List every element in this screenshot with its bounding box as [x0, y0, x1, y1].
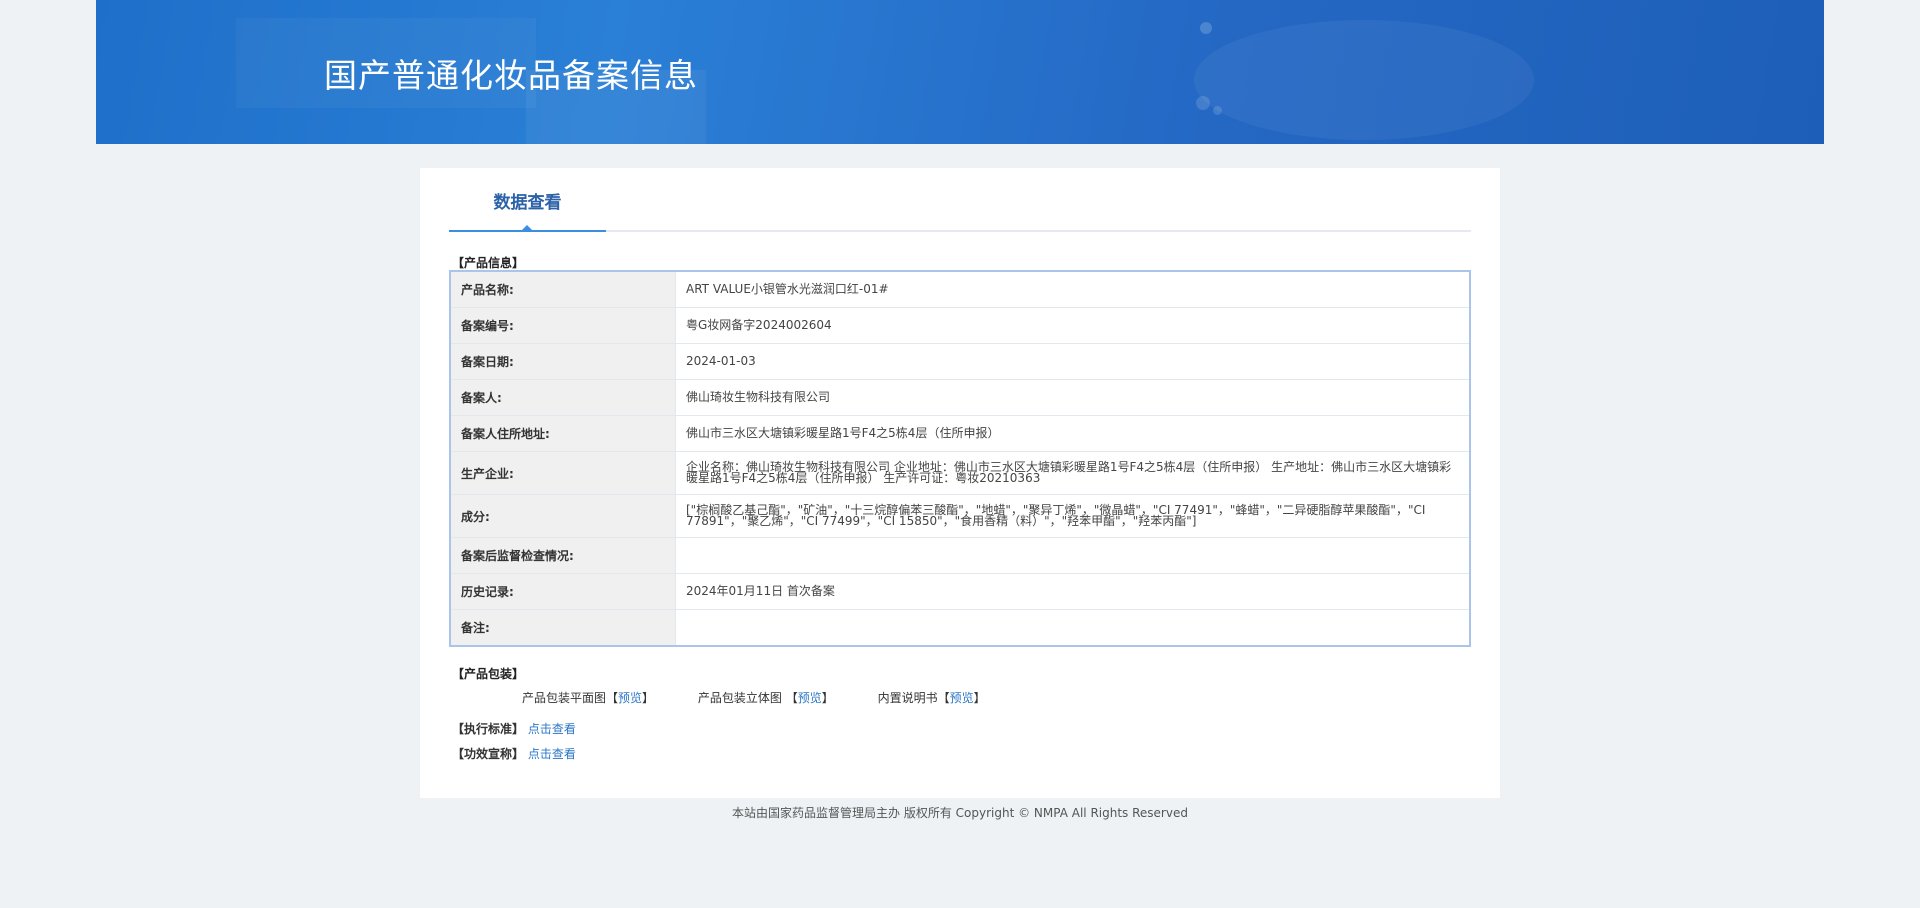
table-row: 备案人: 佛山琦妆生物科技有限公司 [449, 379, 1471, 416]
field-label: 生产企业: [449, 451, 676, 495]
field-value: 企业名称：佛山琦妆生物科技有限公司 企业地址：佛山市三水区大塘镇彩暖星路1号F4… [675, 451, 1471, 495]
packaging-label: 内置说明书 [877, 691, 938, 705]
packaging-list: 产品包装平面图【预览】 产品包装立体图 【预览】 内置说明书【预览】 [522, 689, 1026, 706]
banner-decoration [1213, 106, 1222, 115]
field-value: ["棕榈酸乙基己酯"，"矿油"，"十三烷醇偏苯三酸酯"，"地蜡"，"聚异丁烯"，… [675, 494, 1471, 538]
table-row: 成分: ["棕榈酸乙基己酯"，"矿油"，"十三烷醇偏苯三酸酯"，"地蜡"，"聚异… [449, 494, 1471, 538]
banner-decoration [1194, 20, 1534, 140]
content-card: 数据查看 【产品信息】 产品名称: ART VALUE小银管水光滋润口红-01#… [420, 168, 1500, 798]
banner-decoration [1200, 22, 1212, 34]
efficacy-view-link[interactable]: 点击查看 [528, 747, 576, 761]
field-label: 备注: [449, 609, 676, 647]
efficacy-row: 【功效宣称】 点击查看 [452, 745, 576, 762]
field-value: 2024-01-03 [675, 343, 1471, 380]
caret-up-icon [521, 225, 533, 231]
preview-link[interactable]: 预览 [618, 691, 642, 705]
tab-label: 数据查看 [493, 193, 562, 213]
packaging-label: 产品包装平面图 [522, 691, 607, 705]
product-info-table: 产品名称: ART VALUE小银管水光滋润口红-01# 备案编号: 粤G妆网备… [449, 270, 1471, 647]
banner-decoration [1196, 96, 1210, 110]
efficacy-label: 【功效宣称】 [452, 747, 525, 761]
field-label: 备案人: [449, 379, 676, 416]
field-label: 备案日期: [449, 343, 676, 380]
table-row: 备案编号: 粤G妆网备字2024002604 [449, 307, 1471, 344]
packaging-item-flat: 产品包装平面图【预览】 [522, 691, 655, 705]
field-value: 佛山琦妆生物科技有限公司 [675, 379, 1471, 416]
footer: 本站由国家药品监督管理局主办 版权所有 Copyright © NMPA All… [732, 806, 1188, 820]
packaging-item-3d: 产品包装立体图 【预览】 [697, 691, 834, 705]
field-label: 备案后监督检查情况: [449, 537, 676, 574]
field-label: 备案编号: [449, 307, 676, 344]
field-label: 产品名称: [449, 270, 676, 308]
preview-link[interactable]: 预览 [798, 691, 822, 705]
field-label: 成分: [449, 494, 676, 538]
standard-label: 【执行标准】 [452, 722, 525, 736]
section-title-product-info: 【产品信息】 [452, 256, 525, 270]
standard-row: 【执行标准】 点击查看 [452, 720, 576, 737]
table-row: 历史记录: 2024年01月11日 首次备案 [449, 573, 1471, 610]
table-row: 备案人住所地址: 佛山市三水区大塘镇彩暖星路1号F4之5栋4层（住所申报） [449, 415, 1471, 452]
field-value [675, 609, 1471, 647]
field-label: 备案人住所地址: [449, 415, 676, 452]
table-row: 备案日期: 2024-01-03 [449, 343, 1471, 380]
table-row: 生产企业: 企业名称：佛山琦妆生物科技有限公司 企业地址：佛山市三水区大塘镇彩暖… [449, 451, 1471, 495]
page-title: 国产普通化妆品备案信息 [324, 56, 698, 95]
tab-bar: 数据查看 [449, 168, 1471, 232]
preview-link[interactable]: 预览 [950, 691, 974, 705]
packaging-label: 产品包装立体图 [697, 691, 786, 705]
section-title-packaging: 【产品包装】 [452, 667, 525, 681]
field-value: ART VALUE小银管水光滋润口红-01# [675, 270, 1471, 308]
field-value: 2024年01月11日 首次备案 [675, 573, 1471, 610]
table-row: 产品名称: ART VALUE小银管水光滋润口红-01# [449, 270, 1471, 308]
field-value: 佛山市三水区大塘镇彩暖星路1号F4之5栋4层（住所申报） [675, 415, 1471, 452]
field-value [675, 537, 1471, 574]
packaging-item-manual: 内置说明书【预览】 [877, 691, 986, 705]
table-row: 备案后监督检查情况: [449, 537, 1471, 574]
field-value: 粤G妆网备字2024002604 [675, 307, 1471, 344]
standard-view-link[interactable]: 点击查看 [528, 722, 576, 736]
tab-data-view[interactable]: 数据查看 [449, 168, 606, 232]
table-row: 备注: [449, 609, 1471, 647]
field-label: 历史记录: [449, 573, 676, 610]
